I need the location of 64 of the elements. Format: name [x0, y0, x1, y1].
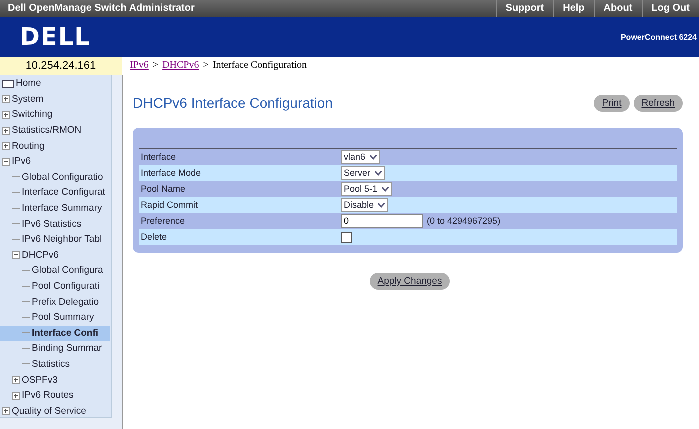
chevron-down-icon: [374, 170, 382, 176]
sidebar-item[interactable]: Global Configura: [0, 263, 110, 279]
sidebar-item[interactable]: Interface Confi: [0, 326, 110, 342]
dropdown[interactable]: Pool 5-1: [341, 182, 392, 196]
sidebar-item[interactable]: OSPFv3: [0, 372, 110, 388]
sidebar-item[interactable]: Home: [0, 76, 110, 92]
expand-icon[interactable]: [12, 392, 20, 400]
sidebar-item[interactable]: Binding Summar: [0, 341, 110, 357]
range-hint: (0 to 4294967295): [427, 216, 501, 226]
window-title: Dell OpenManage Switch Administrator: [7, 3, 196, 14]
collapse-icon[interactable]: [2, 158, 10, 166]
dropdown[interactable]: vlan6: [341, 150, 380, 164]
sidebar-item[interactable]: Interface Summary: [0, 200, 110, 216]
dropdown[interactable]: Server: [341, 166, 385, 180]
logo: DELL: [20, 23, 91, 51]
chevron-down-icon: [370, 154, 377, 160]
sidebar-item[interactable]: Prefix Delegatio: [0, 294, 110, 310]
sidebar-item[interactable]: Global Configuratio: [0, 170, 110, 186]
input-field[interactable]: 0: [341, 214, 423, 228]
chevron-down-icon: [382, 186, 389, 192]
field-label: Pool Name: [140, 184, 187, 194]
sidebar-item[interactable]: Switching: [0, 107, 110, 123]
sidebar-item[interactable]: System: [0, 92, 110, 108]
field-label: Interface: [140, 152, 178, 162]
expand-icon[interactable]: [2, 142, 10, 150]
breadcrumb-separator: >: [203, 59, 209, 73]
expand-icon[interactable]: [12, 376, 20, 384]
field-label: Rapid Commit: [140, 200, 200, 210]
breadcrumb-link[interactable]: IPv6: [130, 57, 149, 75]
expand-icon[interactable]: [2, 95, 10, 104]
apply-button[interactable]: Apply Changes: [370, 273, 450, 290]
sidebar-item[interactable]: IPv6 Neighbor Tabl: [0, 232, 110, 248]
collapse-icon[interactable]: [12, 251, 20, 260]
sidebar-item[interactable]: Interface Configurat: [0, 185, 110, 201]
sidebar-item[interactable]: Quality of Service: [0, 403, 110, 417]
sidebar-item[interactable]: Pool Configurati: [0, 278, 110, 294]
expand-icon[interactable]: [2, 126, 10, 135]
sidebar-item[interactable]: IPv6 Statistics: [0, 216, 110, 232]
horizontal-scrollbar[interactable]: [0, 417, 122, 429]
product-name: PowerConnect 6224: [620, 32, 697, 42]
page-title: DHCPv6 Interface Configuration: [133, 94, 333, 110]
chevron-down-icon: [378, 202, 386, 208]
field-label: Preference: [140, 216, 186, 226]
breadcrumb-link[interactable]: DHCPv6: [162, 57, 200, 75]
field-label: Delete: [140, 232, 168, 242]
dropdown[interactable]: Disable: [341, 198, 388, 212]
header-button[interactable]: Refresh: [634, 95, 683, 112]
sidebar-item[interactable]: Pool Summary: [0, 310, 110, 326]
sidebar-item[interactable]: Statistics/RMON: [0, 122, 110, 138]
vertical-scrollbar[interactable]: [111, 75, 122, 418]
sidebar-item[interactable]: IPv6: [0, 154, 110, 170]
breadcrumb-separator: >: [152, 59, 159, 73]
checkbox[interactable]: [341, 232, 352, 242]
expand-icon[interactable]: [2, 110, 10, 119]
breadcrumb-current: Interface Configuration: [212, 59, 308, 73]
sidebar-item[interactable]: Statistics: [0, 356, 110, 372]
sidebar-item[interactable]: IPv6 Routes: [0, 388, 110, 404]
sidebar-item[interactable]: DHCPv6: [0, 248, 110, 264]
sidebar-item[interactable]: Routing: [0, 138, 110, 154]
home-icon: [2, 80, 14, 88]
header-button[interactable]: Print: [594, 95, 630, 112]
expand-icon[interactable]: [2, 407, 10, 416]
ip-address: 10.254.24.161: [0, 57, 122, 75]
field-label: Interface Mode: [140, 168, 202, 178]
